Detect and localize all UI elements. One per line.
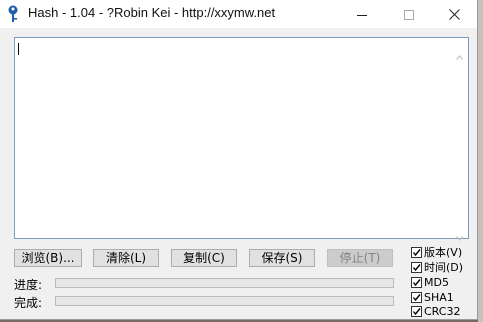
option-md5[interactable]: MD5 xyxy=(411,275,449,289)
complete-label: 完成: xyxy=(14,296,43,310)
sha1-checkbox[interactable] xyxy=(411,291,422,303)
progress-bar xyxy=(55,278,394,288)
text-caret xyxy=(18,43,19,55)
pin-key-icon xyxy=(7,5,19,23)
vertical-scrollbar[interactable] xyxy=(451,38,468,241)
minimize-button[interactable] xyxy=(339,0,385,28)
version-checkbox[interactable] xyxy=(411,246,422,258)
complete-bar xyxy=(55,296,394,306)
time-checkbox[interactable] xyxy=(411,261,422,273)
option-version[interactable]: 版本(V) xyxy=(411,245,462,259)
background-window-edge xyxy=(478,0,483,322)
md5-checkbox[interactable] xyxy=(411,276,422,288)
close-icon xyxy=(448,5,460,24)
maximize-icon xyxy=(404,5,414,24)
clear-button[interactable]: 清除(L) xyxy=(93,249,159,267)
minimize-icon xyxy=(357,5,367,24)
copy-button[interactable]: 复制(C) xyxy=(171,249,237,267)
crc32-label: CRC32 xyxy=(424,304,461,318)
browse-button[interactable]: 浏览(B)... xyxy=(14,249,82,267)
title-bar[interactable]: Hash - 1.04 - ?Robin Kei - http://xxymw.… xyxy=(0,0,477,28)
hash-window: Hash - 1.04 - ?Robin Kei - http://xxymw.… xyxy=(0,0,478,320)
time-label: 时间(D) xyxy=(424,261,464,274)
option-crc32[interactable]: CRC32 xyxy=(411,304,460,318)
stop-button[interactable]: 停止(T) xyxy=(327,249,393,267)
option-sha1[interactable]: SHA1 xyxy=(411,290,454,304)
window-title: Hash - 1.04 - ?Robin Kei - http://xxymw.… xyxy=(28,5,276,20)
hash-output-textarea[interactable] xyxy=(14,37,469,241)
maximize-button[interactable] xyxy=(386,0,432,28)
option-time[interactable]: 时间(D) xyxy=(411,260,463,274)
md5-label: MD5 xyxy=(424,275,449,289)
progress-label: 进度: xyxy=(14,278,43,292)
scroll-up-icon[interactable] xyxy=(456,45,463,60)
version-label: 版本(V) xyxy=(424,246,463,259)
crc32-checkbox[interactable] xyxy=(411,305,422,317)
save-button[interactable]: 保存(S) xyxy=(249,249,315,267)
scroll-down-icon[interactable] xyxy=(456,226,463,241)
close-button[interactable] xyxy=(431,0,477,28)
sha1-label: SHA1 xyxy=(424,290,454,304)
